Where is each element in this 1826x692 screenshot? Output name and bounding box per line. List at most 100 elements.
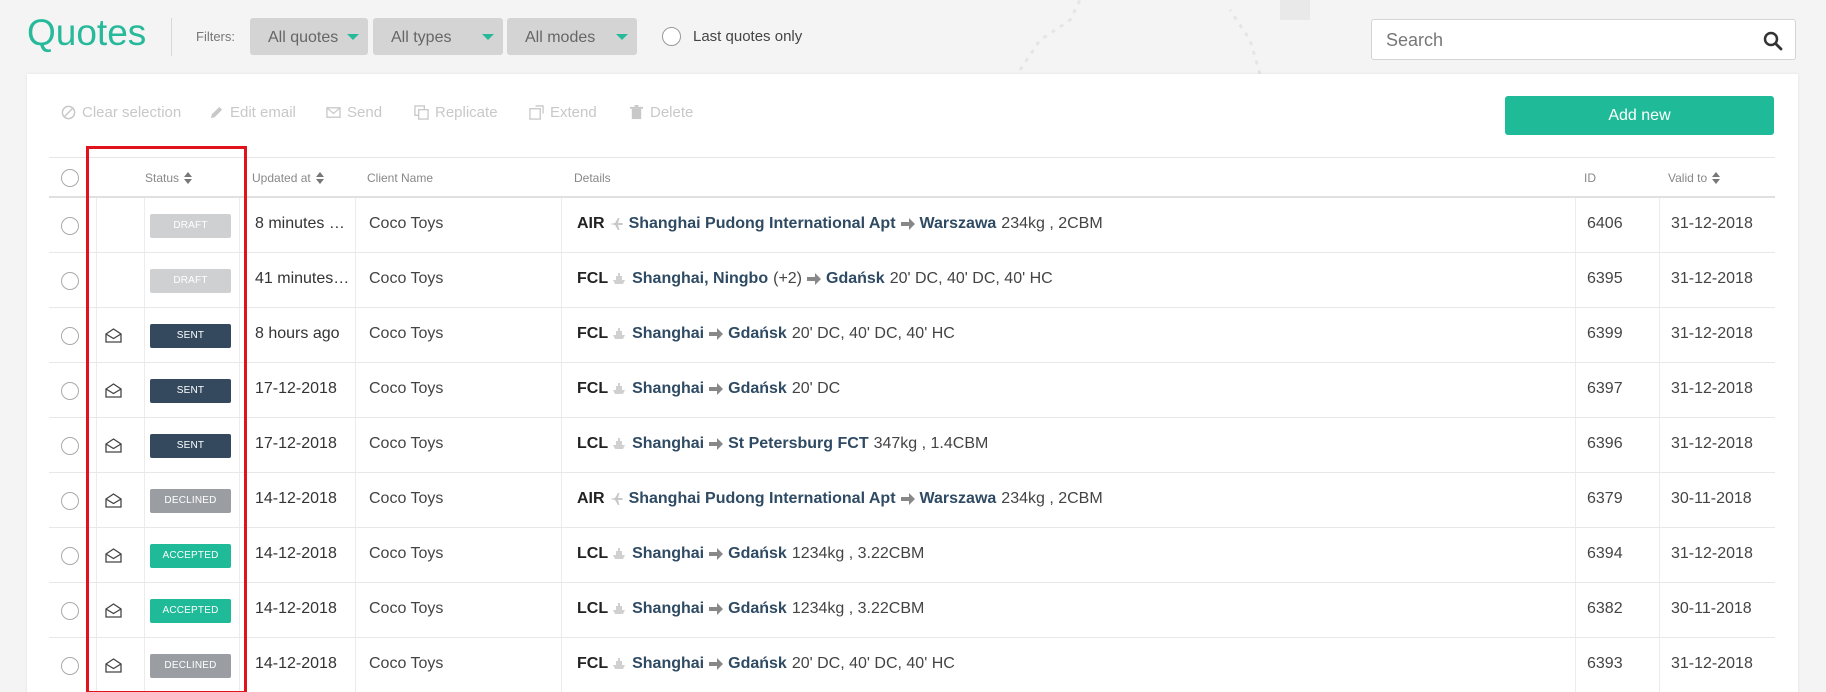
column-divider: [1659, 363, 1660, 417]
table-row[interactable]: SENT 8 hours ago Coco Toys FCL Shanghai Gdańs…: [49, 308, 1775, 363]
client-name-column-header: Client Name: [367, 171, 433, 185]
table-row[interactable]: SENT 17-12-2018 Coco Toys FCL Shanghai Gdańsk…: [49, 363, 1775, 418]
status-column-header[interactable]: Status: [145, 171, 193, 185]
table-row[interactable]: DECLINED 14-12-2018 Coco Toys AIR Shanghai P…: [49, 473, 1775, 528]
client-name-cell: Coco Toys: [369, 600, 444, 617]
filter-modes-value: All modes: [525, 29, 596, 46]
ban-icon: [61, 105, 76, 120]
select-all-checkbox[interactable]: [61, 169, 79, 187]
table-row[interactable]: SENT 17-12-2018 Coco Toys LCL Shanghai St Pet…: [49, 418, 1775, 473]
filter-quotes-select[interactable]: All quotes: [250, 18, 368, 55]
row-select-radio[interactable]: [61, 602, 79, 620]
destination-location: Gdańsk: [728, 325, 787, 342]
send-button[interactable]: Send: [326, 104, 382, 121]
column-divider: [239, 638, 240, 692]
row-select-radio[interactable]: [61, 547, 79, 565]
arrow-right-icon: [900, 218, 915, 230]
cargo-details: 20' DC, 40' DC, 40' HC: [791, 655, 955, 672]
status-badge: ACCEPTED: [150, 544, 231, 568]
arrow-right-icon: [709, 383, 724, 395]
chevron-down-icon: [347, 34, 359, 40]
envelope-open-icon: [105, 328, 122, 343]
updated-at-cell: 14-12-2018: [255, 545, 337, 562]
world-map-decoration: [1018, 0, 1310, 74]
column-divider: [144, 308, 145, 362]
envelope-open-icon: [105, 658, 122, 673]
filters-label: Filters:: [196, 29, 235, 44]
cargo-details: 1234kg , 3.22CBM: [791, 600, 925, 617]
column-divider: [96, 308, 97, 362]
row-select-radio[interactable]: [61, 217, 79, 235]
column-divider: [144, 198, 145, 252]
table-row[interactable]: DECLINED 14-12-2018 Coco Toys FCL Shanghai Gd…: [49, 638, 1775, 692]
add-new-button[interactable]: Add new: [1505, 96, 1774, 135]
details-cell: LCL Shanghai Gdańsk 1234kg , 3.22CBM: [577, 600, 924, 618]
row-select-radio[interactable]: [61, 327, 79, 345]
column-divider: [1659, 198, 1660, 252]
delete-button[interactable]: Delete: [629, 104, 693, 121]
sort-icon: [315, 172, 324, 184]
extend-icon: [529, 105, 544, 120]
details-cell: FCL Shanghai, Ningbo (+2) Gdańsk 20' DC, 40'…: [577, 270, 1053, 288]
status-badge: DECLINED: [150, 654, 231, 678]
row-select-radio[interactable]: [61, 657, 79, 675]
extend-button[interactable]: Extend: [529, 104, 597, 121]
column-divider: [1575, 253, 1576, 307]
row-select-radio[interactable]: [61, 382, 79, 400]
transport-mode: FCL: [577, 270, 609, 287]
row-select-radio[interactable]: [61, 272, 79, 290]
last-quotes-only-radio[interactable]: [662, 27, 681, 46]
column-divider: [355, 418, 356, 472]
table-body: DRAFT 8 minutes ago Coco Toys AIR Shanghai P…: [49, 198, 1775, 692]
edit-email-button[interactable]: Edit email: [209, 104, 296, 121]
transport-mode: FCL: [577, 655, 609, 672]
search-input[interactable]: [1386, 29, 1746, 51]
column-divider: [355, 253, 356, 307]
column-divider: [355, 583, 356, 637]
valid-to-cell: 31-12-2018: [1671, 435, 1753, 452]
column-divider: [96, 638, 97, 692]
destination-location: Gdańsk: [728, 380, 787, 397]
search-icon[interactable]: [1763, 31, 1783, 51]
table-row[interactable]: DRAFT 41 minutes ago Coco Toys FCL Shanghai,…: [49, 253, 1775, 308]
cargo-details: 234kg , 2CBM: [1001, 490, 1103, 507]
cargo-details: 20' DC, 40' DC, 40' HC: [791, 325, 955, 342]
valid-to-column-header[interactable]: Valid to: [1668, 171, 1721, 185]
filter-types-select[interactable]: All types: [373, 18, 503, 55]
transport-mode: LCL: [577, 600, 609, 617]
client-name-cell: Coco Toys: [369, 545, 444, 562]
table-row[interactable]: ACCEPTED 14-12-2018 Coco Toys LCL Shanghai Gd…: [49, 583, 1775, 638]
column-divider: [144, 583, 145, 637]
updated-at-cell: 14-12-2018: [255, 655, 337, 672]
arrow-right-icon: [807, 273, 822, 285]
updated-at-header-label: Updated at: [252, 171, 311, 185]
column-divider: [355, 528, 356, 582]
client-name-cell: Coco Toys: [369, 270, 444, 287]
table-row[interactable]: ACCEPTED 14-12-2018 Coco Toys LCL Shanghai Gd…: [49, 528, 1775, 583]
status-header-label: Status: [145, 171, 180, 185]
row-select-radio[interactable]: [61, 492, 79, 510]
quote-id-cell: 6379: [1587, 490, 1623, 507]
transport-mode: LCL: [577, 435, 609, 452]
column-divider: [144, 528, 145, 582]
destination-location: Warszawa: [919, 490, 997, 507]
column-divider: [239, 418, 240, 472]
origin-location: Shanghai: [632, 435, 705, 452]
table-row[interactable]: DRAFT 8 minutes ago Coco Toys AIR Shanghai P…: [49, 198, 1775, 253]
updated-at-column-header[interactable]: Updated at: [252, 171, 324, 185]
search-box: [1371, 19, 1796, 60]
column-divider: [239, 528, 240, 582]
plane-icon: [609, 218, 623, 230]
filter-modes-select[interactable]: All modes: [507, 18, 637, 55]
valid-to-cell: 31-12-2018: [1671, 325, 1753, 342]
valid-to-cell: 31-12-2018: [1671, 270, 1753, 287]
row-select-radio[interactable]: [61, 437, 79, 455]
chevron-down-icon: [616, 34, 628, 40]
replicate-button[interactable]: Replicate: [414, 104, 498, 121]
arrow-right-icon: [709, 548, 724, 560]
client-name-cell: Coco Toys: [369, 325, 444, 342]
column-divider: [239, 253, 240, 307]
filter-types-value: All types: [391, 29, 452, 46]
quote-id-cell: 6397: [1587, 380, 1623, 397]
clear-selection-button[interactable]: Clear selection: [61, 104, 181, 121]
